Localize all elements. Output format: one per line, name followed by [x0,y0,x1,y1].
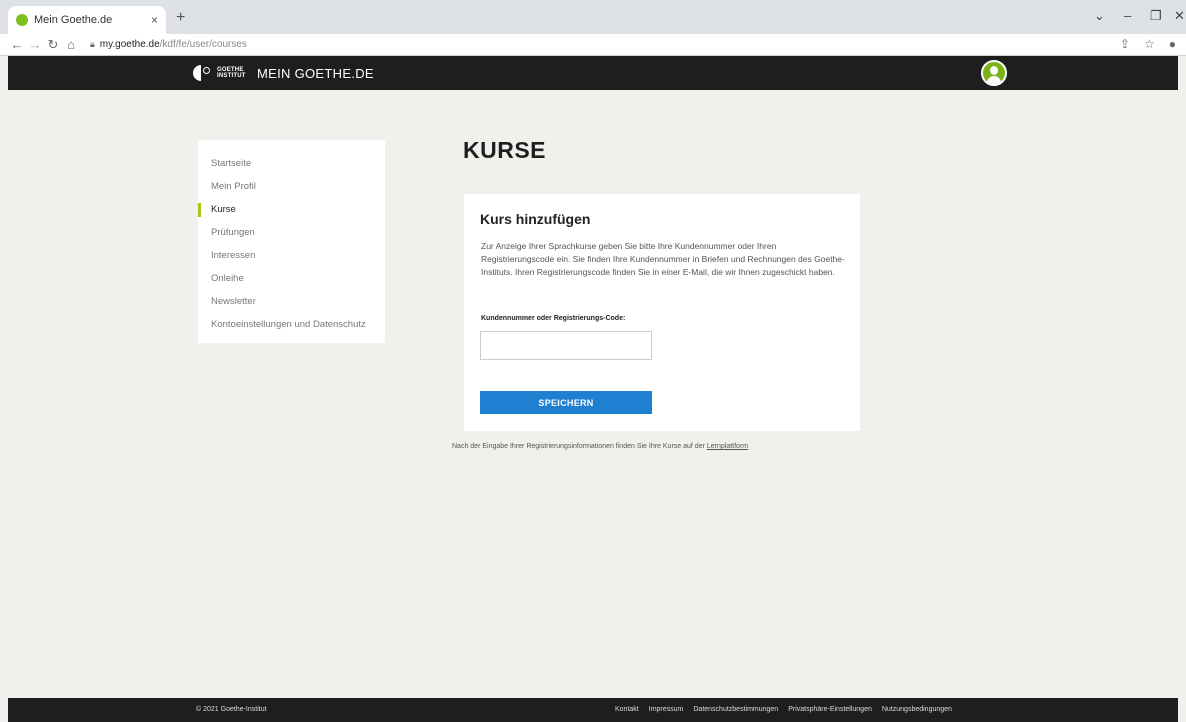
goethe-logo-icon [193,64,215,82]
learning-platform-link[interactable]: Lernplattform [707,443,748,450]
footer-link-kontakt[interactable]: Kontakt [615,706,639,713]
sidebar-item-kurse[interactable]: Kurse [198,199,385,222]
footer-links: Kontakt Impressum Datenschutzbestimmungen P… [615,706,952,713]
home-icon[interactable]: ⌂ [62,37,80,52]
browser-tab-bar: Mein Goethe.de × + ⌄ – ❐ ✕ [0,0,1186,34]
sidebar-item-mein-profil[interactable]: Mein Profil [198,176,385,199]
copyright: © 2021 Goethe-Institut [196,706,267,713]
forward-arrow-icon[interactable]: → [26,37,44,52]
back-arrow-icon[interactable]: ← [8,37,26,52]
browser-tab[interactable]: Mein Goethe.de × [8,6,166,34]
card-description: Zur Anzeige Ihrer Sprachkurse geben Sie … [481,241,845,277]
note-text: Nach der Eingabe Ihrer Registrierungsinf… [452,443,707,450]
footer-link-impressum[interactable]: Impressum [649,706,684,713]
profile-icon[interactable]: ● [1169,37,1176,51]
browser-actions: ⇪ ☆ ● [1120,37,1176,51]
goethe-logo[interactable]: GOETHE INSTITUT MEIN GOETHE.DE [193,64,374,82]
footer-link-nutzungsbedingungen[interactable]: Nutzungsbedingungen [882,706,952,713]
footer-link-datenschutzbestimmungen[interactable]: Datenschutzbestimmungen [693,706,778,713]
sidebar-item-newsletter[interactable]: Newsletter [198,291,385,314]
restore-button[interactable]: ❐ [1150,8,1162,24]
share-icon[interactable]: ⇪ [1120,37,1130,51]
customer-number-label: Kundennummer oder Registrierungs-Code: [481,315,626,322]
sidebar-item-interessen[interactable]: Interessen [198,245,385,268]
site-footer: © 2021 Goethe-Institut Kontakt Impressum D… [8,698,1178,722]
site-title: MEIN GOETHE.DE [257,65,374,81]
sidebar-item-onleihe[interactable]: Onleihe [198,268,385,291]
address-bar: ← → ↻ ⌂ 🔒︎ my.goethe.de /kdf/fe/user/cou… [0,34,1186,56]
close-window-button[interactable]: ✕ [1174,8,1185,24]
tab-close-icon[interactable]: × [151,13,158,27]
minimize-button[interactable]: – [1124,8,1131,23]
logo-institute-text: GOETHE INSTITUT [217,67,246,79]
url-path: /kdf/fe/user/courses [159,39,247,50]
user-avatar-icon[interactable] [981,60,1007,86]
lock-icon: 🔒︎ [90,39,95,49]
sidebar-item-prüfungen[interactable]: Prüfungen [198,222,385,245]
sidebar-item-startseite[interactable]: Startseite [198,153,385,176]
save-button[interactable]: SPEICHERN [480,391,652,414]
sidebar-nav: Startseite Mein Profil Kurse Prüfungen Inter… [198,140,385,343]
page-title: KURSE [463,137,547,163]
tab-search-icon[interactable]: ⌄ [1094,8,1105,24]
new-tab-button[interactable]: + [176,9,185,27]
site-header: GOETHE INSTITUT MEIN GOETHE.DE [8,56,1178,90]
url-field[interactable]: 🔒︎ my.goethe.de /kdf/fe/user/courses [90,39,247,50]
site-favicon-icon [16,14,28,26]
reload-icon[interactable]: ↻ [44,37,62,53]
bookmark-star-icon[interactable]: ☆ [1144,37,1155,51]
footer-link-privatsphäre-einstellungen[interactable]: Privatsphäre-Einstellungen [788,706,872,713]
customer-number-input[interactable] [480,331,652,360]
card-title: Kurs hinzufügen [480,211,591,227]
learning-platform-note: Nach der Eingabe Ihrer Registrierungsinf… [452,443,748,450]
add-course-card: Kurs hinzufügen Zur Anzeige Ihrer Sprach… [464,194,860,431]
tab-title: Mein Goethe.de [34,14,113,26]
url-host: my.goethe.de [99,39,160,50]
sidebar-item-kontoeinstellungen-und-datenschutz[interactable]: Kontoeinstellungen und Datenschutz [198,314,385,337]
